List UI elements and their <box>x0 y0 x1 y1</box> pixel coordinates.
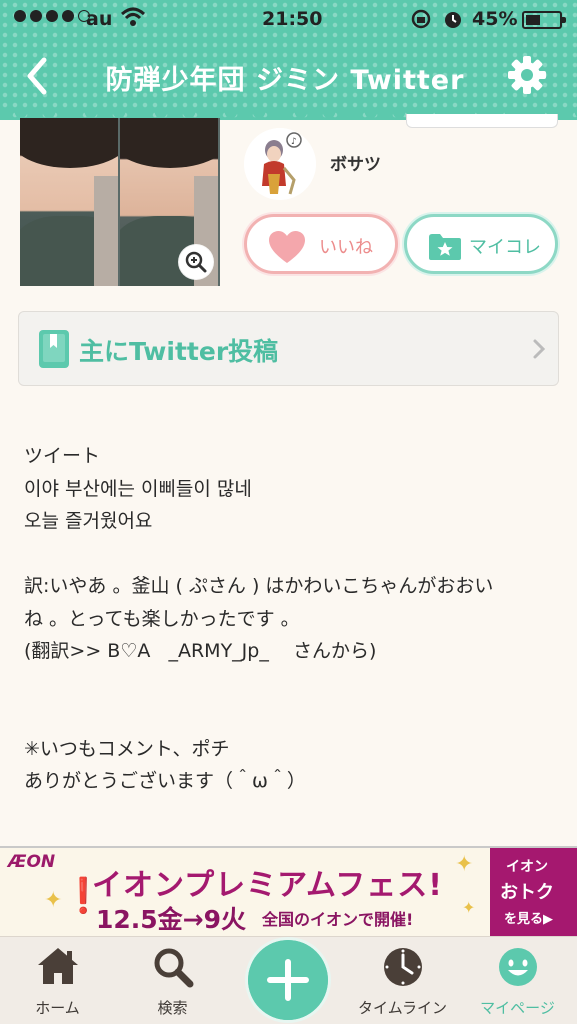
back-button[interactable] <box>20 56 52 96</box>
settings-gear-icon[interactable] <box>506 54 548 96</box>
category-link[interactable]: 主にTwitter投稿 <box>18 311 559 386</box>
ad-subtitle: 全国のイオンで開催! <box>262 910 414 929</box>
post-body-line: ね 。とっても楽しかったです 。 <box>24 607 300 630</box>
tab-timeline[interactable]: タイムライン <box>345 937 460 1024</box>
post-body-line: 訳:いやあ 。釜山 ( ぷさん ) はかわいこちゃんがおおい <box>24 575 494 597</box>
post-body-line <box>24 668 554 701</box>
smiley-icon <box>498 948 537 986</box>
sparkle-icon: ✦ <box>462 898 476 917</box>
ad-banner[interactable]: ÆON ✦ ❗ ✦ ✦ イオンプレミアムフェス! 12.5金→9火 全国のイオン… <box>0 846 577 936</box>
carrier-label: au <box>86 8 113 30</box>
photo-hair-shape <box>20 118 118 168</box>
ad-cta-line1: イオン <box>506 859 548 875</box>
chevron-right-icon <box>533 339 546 359</box>
battery-icon <box>522 11 566 29</box>
battery-percent: 45% <box>472 8 518 30</box>
tab-label: タイムライン <box>358 999 447 1017</box>
ad-title: イオンプレミアムフェス! <box>92 868 443 903</box>
tab-label: 検索 <box>157 999 188 1017</box>
like-label: いいね <box>319 237 373 258</box>
partial-card <box>406 114 558 128</box>
photo-hair-shape <box>120 118 218 168</box>
svg-text:♪: ♪ <box>291 137 297 147</box>
post-body-line: (翻訳>> B♡A _ARMY_Jp_ さんから) <box>24 640 377 662</box>
book-icon <box>39 330 69 368</box>
ad-cta[interactable]: イオン おトク を見る▶ <box>490 848 577 936</box>
ad-dates: 12.5金→9火 <box>96 905 247 934</box>
mycolle-label: マイコレ <box>469 237 541 258</box>
post-body-line: ありがとうございます（＾ω＾） <box>24 770 306 792</box>
ad-main-panel[interactable]: ÆON ✦ ❗ ✦ ✦ イオンプレミアムフェス! 12.5金→9火 全国のイオン… <box>0 848 490 936</box>
sparkle-icon: ✦ <box>44 888 63 913</box>
search-icon <box>154 948 193 988</box>
signal-strength-icon <box>14 10 90 22</box>
post-body-line: 이야 부산에는 이삐들이 많네 <box>24 477 252 500</box>
status-bar: au 21:50 45% <box>0 0 577 38</box>
post-body-line: 오늘 즐거웠어요 <box>24 510 153 532</box>
alarm-icon <box>445 12 461 28</box>
mycolle-button[interactable]: マイコレ <box>404 214 558 274</box>
aeon-logo: ÆON <box>8 852 56 872</box>
author-name[interactable]: ボサツ <box>330 150 381 175</box>
post-body: ツイート 이야 부산에는 이삐들이 많네오늘 즐거웠어요 訳:いやあ 。釜山 ( … <box>24 440 554 798</box>
post-body-line <box>24 538 554 571</box>
post-body-line: ツイート <box>24 445 101 467</box>
page-title: 防弾少年団 ジミン Twitter <box>105 65 465 96</box>
star-folder-icon <box>429 234 461 260</box>
author-avatar[interactable]: ♪ <box>244 128 316 200</box>
tab-home[interactable]: ホーム <box>0 937 115 1024</box>
tab-label: マイページ <box>480 999 555 1017</box>
zoom-in-icon[interactable] <box>178 244 214 280</box>
category-label: 主にTwitter投稿 <box>79 337 279 366</box>
photo-cardigan-shape <box>94 176 118 286</box>
like-button[interactable]: いいね <box>244 214 398 274</box>
sparkle-icon: ✦ <box>455 852 474 877</box>
photo-thumbnail[interactable] <box>20 118 118 286</box>
app-header: au 21:50 45% 防弾少年団 ジミン Twitter <box>0 0 577 120</box>
post-body-line <box>24 700 554 733</box>
ad-cta-line2: おトク <box>500 882 554 903</box>
post-body-line: ✳いつもコメント、ポチ <box>24 737 230 760</box>
rotation-lock-icon <box>411 9 431 29</box>
clock-icon <box>383 948 422 986</box>
tab-label: ホーム <box>35 999 80 1017</box>
wifi-icon <box>120 7 146 26</box>
home-icon <box>37 948 78 984</box>
tab-mypage[interactable]: マイページ <box>460 937 575 1024</box>
new-post-button[interactable] <box>248 940 328 1020</box>
tab-search[interactable]: 検索 <box>115 937 230 1024</box>
ad-cta-line3: を見る▶ <box>504 912 553 927</box>
clock-time: 21:50 <box>262 8 323 30</box>
heart-icon <box>269 231 305 263</box>
